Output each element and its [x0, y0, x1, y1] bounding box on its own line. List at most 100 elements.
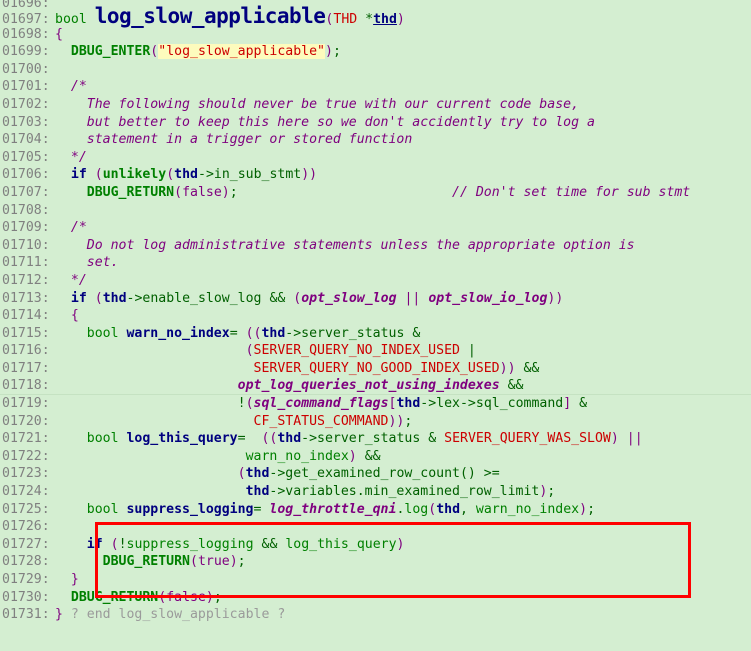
code-line-text: but better to keep this here so we don't… [55, 115, 595, 130]
code-line-text: */ [55, 150, 87, 165]
code-token-memb: warn_no_index [245, 448, 349, 464]
code-line: 01699: DBUG_ENTER("log_slow_applicable")… [0, 43, 751, 61]
code-token-punc: ) [396, 536, 405, 552]
code-token-kw: if [70, 290, 87, 306]
code-token-cmt: The following should never be true with … [55, 96, 580, 112]
code-line-text: DBUG_RETURN(true); [55, 554, 246, 569]
line-number[interactable]: 01731: [0, 606, 55, 624]
code-line: 01718: opt_log_queries_not_using_indexes… [0, 377, 751, 396]
code-token-const: CF_STATUS_COMMAND [253, 413, 389, 429]
line-number[interactable]: 01727: [0, 536, 55, 554]
code-line: 01714: { [0, 307, 751, 325]
line-number[interactable]: 01721: [0, 430, 55, 448]
line-number[interactable]: 01699: [0, 43, 55, 61]
code-token-punc: ( [166, 167, 175, 183]
code-token-var: thd [277, 431, 302, 447]
line-number[interactable]: 01702: [0, 96, 55, 114]
code-token-plain: ; [547, 484, 556, 500]
code-line-text: CF_STATUS_COMMAND)); [55, 413, 413, 429]
code-token-punc: ( [174, 184, 183, 200]
code-token-fn: DBUG_RETURN [102, 554, 190, 570]
line-number[interactable]: 01711: [0, 254, 55, 272]
line-number[interactable]: 01720: [0, 413, 55, 431]
line-number[interactable]: 01726: [0, 518, 55, 536]
code-line: 01722: warn_no_index) && [0, 448, 751, 466]
code-token-punc: || [404, 290, 421, 306]
line-number[interactable]: 01704: [0, 131, 55, 149]
line-number[interactable]: 01706: [0, 166, 55, 184]
code-token-plain: ->lex->sql_command [420, 396, 564, 412]
code-token-op: && [269, 290, 286, 306]
code-token-punc: { [55, 308, 79, 324]
line-number[interactable]: 01714: [0, 307, 55, 325]
line-number[interactable]: 01729: [0, 571, 55, 589]
line-number[interactable]: 01707: [0, 184, 55, 202]
code-token-memb: suppress_logging [126, 536, 254, 552]
code-token-plain: , [460, 501, 476, 517]
code-line: 01697: bool log_slow_applicable(THD *thd) [0, 6, 751, 28]
code-token-plain: = [253, 501, 270, 517]
code-line-text: (SERVER_QUERY_NO_INDEX_USED | [55, 343, 476, 358]
code-token-punc: )) [499, 360, 516, 376]
line-number[interactable]: 01718: [0, 377, 55, 395]
line-number[interactable]: 01708: [0, 202, 55, 220]
code-token-var: thd [102, 290, 127, 306]
code-line: 01710: Do not log administrative stateme… [0, 237, 751, 255]
line-number[interactable]: 01715: [0, 325, 55, 343]
line-number[interactable]: 01701: [0, 78, 55, 96]
line-number[interactable]: 01728: [0, 553, 55, 571]
code-line: 01720: CF_STATUS_COMMAND)); [0, 413, 751, 431]
code-token-cmt: */ [55, 272, 87, 288]
code-line: 01728: DBUG_RETURN(true); [0, 553, 751, 571]
code-line: 01700: [0, 61, 751, 79]
line-number[interactable]: 01724: [0, 483, 55, 501]
code-line: 01724: thd->variables.min_examined_row_l… [0, 483, 751, 501]
line-number[interactable]: 01716: [0, 342, 55, 360]
code-line: 01729: } [0, 571, 751, 589]
code-line: 01715: bool warn_no_index= ((thd->server… [0, 325, 751, 343]
code-token-var: thd [396, 396, 421, 412]
line-number[interactable]: 01696: [0, 0, 55, 8]
code-line-text: DBUG_RETURN(false); // Don't set time fo… [55, 185, 690, 200]
code-token-punc: (( [245, 325, 262, 341]
code-token-punc: { [55, 26, 63, 42]
code-line-text: /* [55, 220, 87, 235]
code-line-text: bool suppress_logging= log_throttle_qni.… [55, 502, 595, 517]
source-code-viewer[interactable]: 01696: 01697: bool log_slow_applicable(THD… [0, 0, 751, 651]
code-line-text: } ? end log_slow_applicable ? [55, 607, 285, 622]
code-line: 01706: if (unlikely(thd->in_sub_stmt)) [0, 166, 751, 184]
code-token-punc: ( [94, 290, 103, 306]
line-number[interactable]: 01717: [0, 360, 55, 378]
line-number[interactable]: 01719: [0, 395, 55, 413]
line-number[interactable]: 01703: [0, 114, 55, 132]
line-number[interactable]: 01712: [0, 272, 55, 290]
code-line: 01717: SERVER_QUERY_NO_GOOD_INDEX_USED))… [0, 360, 751, 378]
code-line-text: set. [55, 255, 119, 270]
line-number[interactable]: 01698: [0, 26, 55, 44]
line-number[interactable]: 01725: [0, 501, 55, 519]
line-number[interactable]: 01713: [0, 290, 55, 308]
code-line-text: warn_no_index) && [55, 449, 381, 464]
line-number[interactable]: 01730: [0, 589, 55, 607]
line-number[interactable]: 01722: [0, 448, 55, 466]
code-token-punc: )) [301, 167, 318, 183]
code-token-cmt: Do not log administrative statements unl… [55, 237, 635, 253]
line-number[interactable]: 01709: [0, 219, 55, 237]
code-token-cmt: but better to keep this here so we don't… [55, 114, 595, 130]
line-number[interactable]: 01700: [0, 61, 55, 79]
code-token-punc: (( [261, 431, 278, 447]
line-number[interactable]: 01705: [0, 149, 55, 167]
line-number[interactable]: 01710: [0, 237, 55, 255]
line-number[interactable]: 01723: [0, 465, 55, 483]
